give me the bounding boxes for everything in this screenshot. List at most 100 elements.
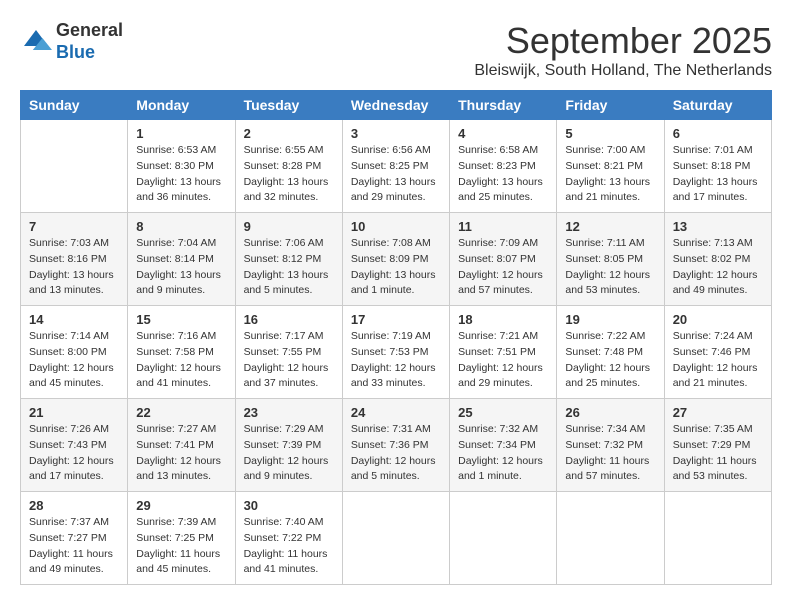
day-info: Sunrise: 7:40 AM Sunset: 7:22 PM Dayligh… [244,515,334,578]
day-number: 13 [673,219,763,234]
day-info: Sunrise: 7:34 AM Sunset: 7:32 PM Dayligh… [565,422,655,485]
day-info: Sunrise: 7:37 AM Sunset: 7:27 PM Dayligh… [29,515,119,578]
day-number: 19 [565,312,655,327]
calendar-cell [21,120,128,213]
day-info: Sunrise: 7:11 AM Sunset: 8:05 PM Dayligh… [565,236,655,299]
calendar-cell [664,492,771,585]
logo: General Blue [20,20,123,63]
day-info: Sunrise: 7:29 AM Sunset: 7:39 PM Dayligh… [244,422,334,485]
page-header: General Blue September 2025 Bleiswijk, S… [20,20,772,80]
calendar-cell: 24 Sunrise: 7:31 AM Sunset: 7:36 PM Dayli… [342,399,449,492]
day-info: Sunrise: 6:53 AM Sunset: 8:30 PM Dayligh… [136,143,226,206]
weekday-header-wednesday: Wednesday [342,91,449,120]
calendar-cell: 12 Sunrise: 7:11 AM Sunset: 8:05 PM Dayli… [557,213,664,306]
day-number: 18 [458,312,548,327]
day-info: Sunrise: 7:00 AM Sunset: 8:21 PM Dayligh… [565,143,655,206]
calendar-week-4: 21Sunrise: 7:26 AM Sunset: 7:43 PM Dayli… [21,399,772,492]
day-number: 22 [136,405,226,420]
month-title: September 2025 [474,20,772,62]
day-info: Sunrise: 7:39 AM Sunset: 7:25 PM Dayligh… [136,515,226,578]
day-info: Sunrise: 7:22 AM Sunset: 7:48 PM Dayligh… [565,329,655,392]
day-info: Sunrise: 7:14 AM Sunset: 8:00 PM Dayligh… [29,329,119,392]
day-info: Sunrise: 7:16 AM Sunset: 7:58 PM Dayligh… [136,329,226,392]
calendar-cell: 28 Sunrise: 7:37 AM Sunset: 7:27 PM Dayli… [21,492,128,585]
day-number: 28 [29,498,119,513]
day-info: Sunrise: 7:13 AM Sunset: 8:02 PM Dayligh… [673,236,763,299]
weekday-header-sunday: Sunday [21,91,128,120]
day-number: 15 [136,312,226,327]
calendar-cell: 9 Sunrise: 7:06 AM Sunset: 8:12 PM Daylig… [235,213,342,306]
day-number: 26 [565,405,655,420]
logo-blue-text: Blue [56,42,123,64]
calendar-cell [557,492,664,585]
location-title: Bleiswijk, South Holland, The Netherland… [474,62,772,80]
day-number: 24 [351,405,441,420]
weekday-header-monday: Monday [128,91,235,120]
weekday-header-friday: Friday [557,91,664,120]
calendar-week-5: 28 Sunrise: 7:37 AM Sunset: 7:27 PM Dayli… [21,492,772,585]
calendar-cell: 7 Sunrise: 7:03 AM Sunset: 8:16 PM Daylig… [21,213,128,306]
calendar-week-2: 7 Sunrise: 7:03 AM Sunset: 8:16 PM Daylig… [21,213,772,306]
calendar-cell: 18 Sunrise: 7:21 AM Sunset: 7:51 PM Dayli… [450,306,557,399]
calendar-cell: 20 Sunrise: 7:24 AM Sunset: 7:46 PM Dayli… [664,306,771,399]
calendar-cell: 17Sunrise: 7:19 AM Sunset: 7:53 PM Dayli… [342,306,449,399]
day-info: Sunrise: 7:04 AM Sunset: 8:14 PM Dayligh… [136,236,226,299]
calendar-cell: 14 Sunrise: 7:14 AM Sunset: 8:00 PM Dayli… [21,306,128,399]
calendar-cell: 6 Sunrise: 7:01 AM Sunset: 8:18 PM Daylig… [664,120,771,213]
day-number: 5 [565,126,655,141]
day-number: 8 [136,219,226,234]
day-info: Sunrise: 7:32 AM Sunset: 7:34 PM Dayligh… [458,422,548,485]
day-info: Sunrise: 6:58 AM Sunset: 8:23 PM Dayligh… [458,143,548,206]
day-number: 1 [136,126,226,141]
calendar-cell: 29Sunrise: 7:39 AM Sunset: 7:25 PM Dayli… [128,492,235,585]
day-info: Sunrise: 7:01 AM Sunset: 8:18 PM Dayligh… [673,143,763,206]
calendar-cell: 16 Sunrise: 7:17 AM Sunset: 7:55 PM Dayli… [235,306,342,399]
calendar-cell: 19 Sunrise: 7:22 AM Sunset: 7:48 PM Dayli… [557,306,664,399]
calendar-cell: 25Sunrise: 7:32 AM Sunset: 7:34 PM Dayli… [450,399,557,492]
day-number: 10 [351,219,441,234]
day-info: Sunrise: 7:03 AM Sunset: 8:16 PM Dayligh… [29,236,119,299]
calendar-cell: 30 Sunrise: 7:40 AM Sunset: 7:22 PM Dayli… [235,492,342,585]
calendar-cell [342,492,449,585]
calendar-table: SundayMondayTuesdayWednesdayThursdayFrid… [20,90,772,585]
day-number: 27 [673,405,763,420]
calendar-cell: 5 Sunrise: 7:00 AM Sunset: 8:21 PM Daylig… [557,120,664,213]
day-info: Sunrise: 7:27 AM Sunset: 7:41 PM Dayligh… [136,422,226,485]
day-info: Sunrise: 7:09 AM Sunset: 8:07 PM Dayligh… [458,236,548,299]
logo-text: General Blue [56,20,123,63]
day-number: 30 [244,498,334,513]
day-info: Sunrise: 7:21 AM Sunset: 7:51 PM Dayligh… [458,329,548,392]
day-info: Sunrise: 7:06 AM Sunset: 8:12 PM Dayligh… [244,236,334,299]
day-info: Sunrise: 7:24 AM Sunset: 7:46 PM Dayligh… [673,329,763,392]
day-number: 2 [244,126,334,141]
weekday-header-tuesday: Tuesday [235,91,342,120]
calendar-cell: 26 Sunrise: 7:34 AM Sunset: 7:32 PM Dayli… [557,399,664,492]
calendar-cell: 13 Sunrise: 7:13 AM Sunset: 8:02 PM Dayli… [664,213,771,306]
calendar-cell: 27Sunrise: 7:35 AM Sunset: 7:29 PM Dayli… [664,399,771,492]
logo-general-text: General [56,20,123,42]
day-number: 7 [29,219,119,234]
day-number: 23 [244,405,334,420]
day-info: Sunrise: 7:17 AM Sunset: 7:55 PM Dayligh… [244,329,334,392]
day-number: 6 [673,126,763,141]
calendar-cell: 3Sunrise: 6:56 AM Sunset: 8:25 PM Daylig… [342,120,449,213]
day-number: 4 [458,126,548,141]
day-number: 17 [351,312,441,327]
day-number: 16 [244,312,334,327]
logo-icon [20,26,52,58]
day-number: 3 [351,126,441,141]
day-number: 21 [29,405,119,420]
day-info: Sunrise: 7:31 AM Sunset: 7:36 PM Dayligh… [351,422,441,485]
weekday-header-saturday: Saturday [664,91,771,120]
day-number: 20 [673,312,763,327]
calendar-cell: 1 Sunrise: 6:53 AM Sunset: 8:30 PM Daylig… [128,120,235,213]
day-number: 12 [565,219,655,234]
day-number: 11 [458,219,548,234]
day-number: 14 [29,312,119,327]
calendar-cell: 11 Sunrise: 7:09 AM Sunset: 8:07 PM Dayli… [450,213,557,306]
title-block: September 2025 Bleiswijk, South Holland,… [474,20,772,80]
weekday-header-thursday: Thursday [450,91,557,120]
day-number: 9 [244,219,334,234]
weekday-header-row: SundayMondayTuesdayWednesdayThursdayFrid… [21,91,772,120]
calendar-cell [450,492,557,585]
